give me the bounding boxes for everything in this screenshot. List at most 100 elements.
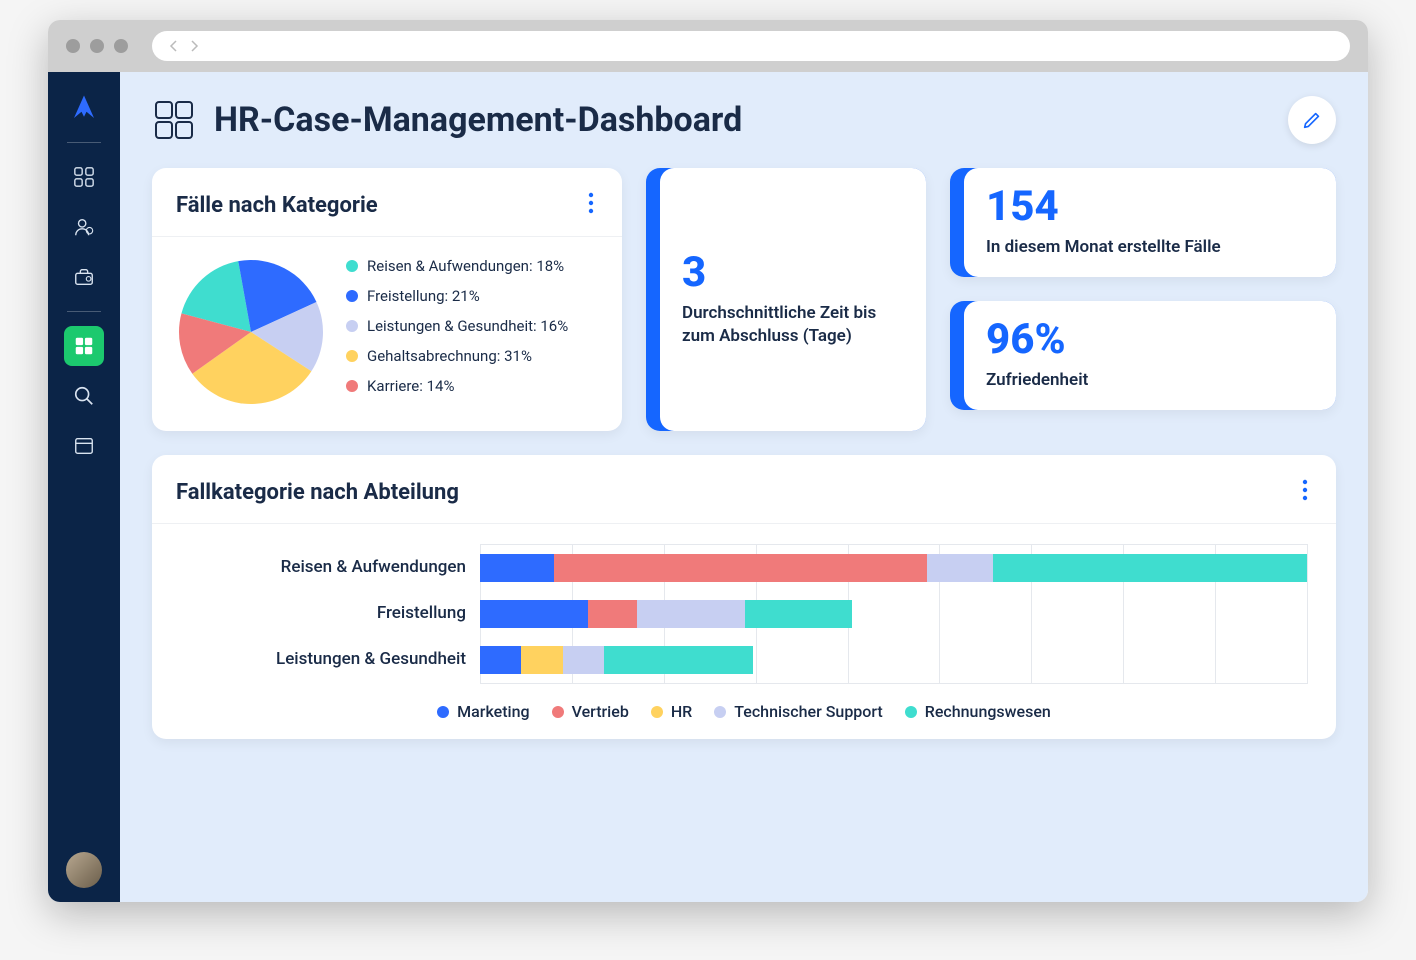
bar-segment — [480, 600, 588, 628]
legend-swatch — [346, 350, 358, 362]
bar-row — [480, 637, 1307, 683]
user-icon — [73, 216, 95, 238]
legend-swatch — [552, 706, 564, 718]
card-title: Fallkategorie nach Abteilung — [176, 480, 459, 505]
legend-label: Vertrieb — [572, 702, 629, 721]
bar-legend: Marketing Vertrieb HR Technischer Support Re… — [180, 702, 1308, 721]
legend-item: Rechnungswesen — [905, 702, 1051, 721]
stat-value: 96% — [986, 319, 1314, 361]
stat-value: 154 — [986, 186, 1314, 228]
stat-label: Durchschnittliche Zeit bis zum Abschluss… — [682, 302, 904, 348]
bar-segment — [637, 600, 745, 628]
nav-dashboard[interactable] — [64, 157, 104, 197]
legend-label: Technischer Support — [734, 702, 883, 721]
bar-segment — [480, 646, 521, 674]
legend-label: Freistellung: 21% — [367, 287, 480, 305]
bar-row — [480, 591, 1307, 637]
stat-label: In diesem Monat erstellte Fälle — [986, 236, 1314, 259]
logo-icon — [69, 93, 99, 123]
bar-segment — [745, 600, 853, 628]
legend-item: Reisen & Aufwendungen: 18% — [346, 257, 598, 275]
legend-label: Leistungen & Gesundheit: 16% — [367, 317, 568, 335]
legend-swatch — [346, 380, 358, 392]
bar-grid — [480, 544, 1308, 684]
grid-icon — [73, 166, 95, 188]
legend-item: HR — [651, 702, 692, 721]
pencil-icon — [1301, 109, 1323, 131]
nav-cases[interactable] — [64, 257, 104, 297]
legend-item: Leistungen & Gesundheit: 16% — [346, 317, 598, 335]
legend-item: Vertrieb — [552, 702, 629, 721]
bar-card: Fallkategorie nach Abteilung Reisen & Au… — [152, 455, 1336, 739]
nav-search[interactable] — [64, 376, 104, 416]
nav-back-icon — [168, 40, 180, 52]
close-button[interactable] — [66, 39, 80, 53]
stat-avg-days: 3 Durchschnittliche Zeit bis zum Abschlu… — [646, 168, 926, 431]
bar-segment — [604, 646, 753, 674]
bar-segment — [563, 646, 604, 674]
legend-swatch — [437, 706, 449, 718]
legend-swatch — [346, 260, 358, 272]
bar-labels: Reisen & AufwendungenFreistellungLeistun… — [180, 544, 480, 684]
card-menu-button[interactable] — [1298, 475, 1312, 509]
pie-legend: Reisen & Aufwendungen: 18% Freistellung: … — [346, 257, 598, 407]
app-window: HR-Case-Management-Dashboard Fälle nach … — [48, 20, 1368, 902]
legend-swatch — [651, 706, 663, 718]
bar-row-label: Leistungen & Gesundheit — [180, 636, 480, 682]
legend-item: Marketing — [437, 702, 529, 721]
card-header: Fälle nach Kategorie — [152, 168, 622, 237]
search-icon — [73, 385, 95, 407]
address-bar[interactable] — [152, 31, 1350, 61]
avatar[interactable] — [66, 852, 102, 888]
cards-row: Fälle nach Kategorie Reisen & Aufwendung… — [152, 168, 1336, 431]
legend-swatch — [714, 706, 726, 718]
nav-forward-icon — [188, 40, 200, 52]
legend-label: Reisen & Aufwendungen: 18% — [367, 257, 564, 275]
page-header: HR-Case-Management-Dashboard — [152, 96, 1336, 144]
legend-swatch — [346, 290, 358, 302]
more-vertical-icon — [1302, 479, 1308, 501]
edit-button[interactable] — [1288, 96, 1336, 144]
sidebar — [48, 72, 120, 902]
pie-body: Reisen & Aufwendungen: 18% Freistellung: … — [152, 237, 622, 431]
nav-apps[interactable] — [64, 426, 104, 466]
legend-item: Gehaltsabrechnung: 31% — [346, 347, 598, 365]
legend-label: Gehaltsabrechnung: 31% — [367, 347, 532, 365]
tiles-icon — [73, 335, 95, 357]
legend-label: Rechnungswesen — [925, 702, 1051, 721]
logo[interactable] — [64, 88, 104, 128]
stat-value: 3 — [682, 252, 904, 294]
stat-satisfaction: 96% Zufriedenheit — [950, 301, 1336, 410]
card-menu-button[interactable] — [584, 188, 598, 222]
legend-swatch — [346, 320, 358, 332]
divider — [67, 142, 101, 143]
pie-card: Fälle nach Kategorie Reisen & Aufwendung… — [152, 168, 622, 431]
window-controls — [66, 39, 128, 53]
legend-swatch — [905, 706, 917, 718]
divider — [67, 311, 101, 312]
bar-segment — [554, 554, 926, 582]
minimize-button[interactable] — [90, 39, 104, 53]
briefcase-icon — [73, 266, 95, 288]
bar-segment — [588, 600, 638, 628]
browser-chrome — [48, 20, 1368, 72]
stat-cases-created: 154 In diesem Monat erstellte Fälle — [950, 168, 1336, 277]
legend-item: Freistellung: 21% — [346, 287, 598, 305]
bar-body: Reisen & AufwendungenFreistellungLeistun… — [152, 524, 1336, 739]
stats-column: 154 In diesem Monat erstellte Fälle 96% … — [950, 168, 1336, 431]
card-header: Fallkategorie nach Abteilung — [152, 455, 1336, 524]
stat-label: Zufriedenheit — [986, 369, 1314, 392]
nav-reports[interactable] — [64, 326, 104, 366]
nav-users[interactable] — [64, 207, 104, 247]
dashboard-icon — [152, 98, 196, 142]
page-title: HR-Case-Management-Dashboard — [214, 100, 742, 140]
legend-item: Technischer Support — [714, 702, 883, 721]
bar-chart: Reisen & AufwendungenFreistellungLeistun… — [180, 544, 1308, 684]
card-title: Fälle nach Kategorie — [176, 193, 378, 218]
legend-label: HR — [671, 702, 692, 721]
bar-segment — [521, 646, 562, 674]
main-content: HR-Case-Management-Dashboard Fälle nach … — [120, 72, 1368, 902]
maximize-button[interactable] — [114, 39, 128, 53]
bar-segment — [927, 554, 993, 582]
bar-segment — [993, 554, 1307, 582]
